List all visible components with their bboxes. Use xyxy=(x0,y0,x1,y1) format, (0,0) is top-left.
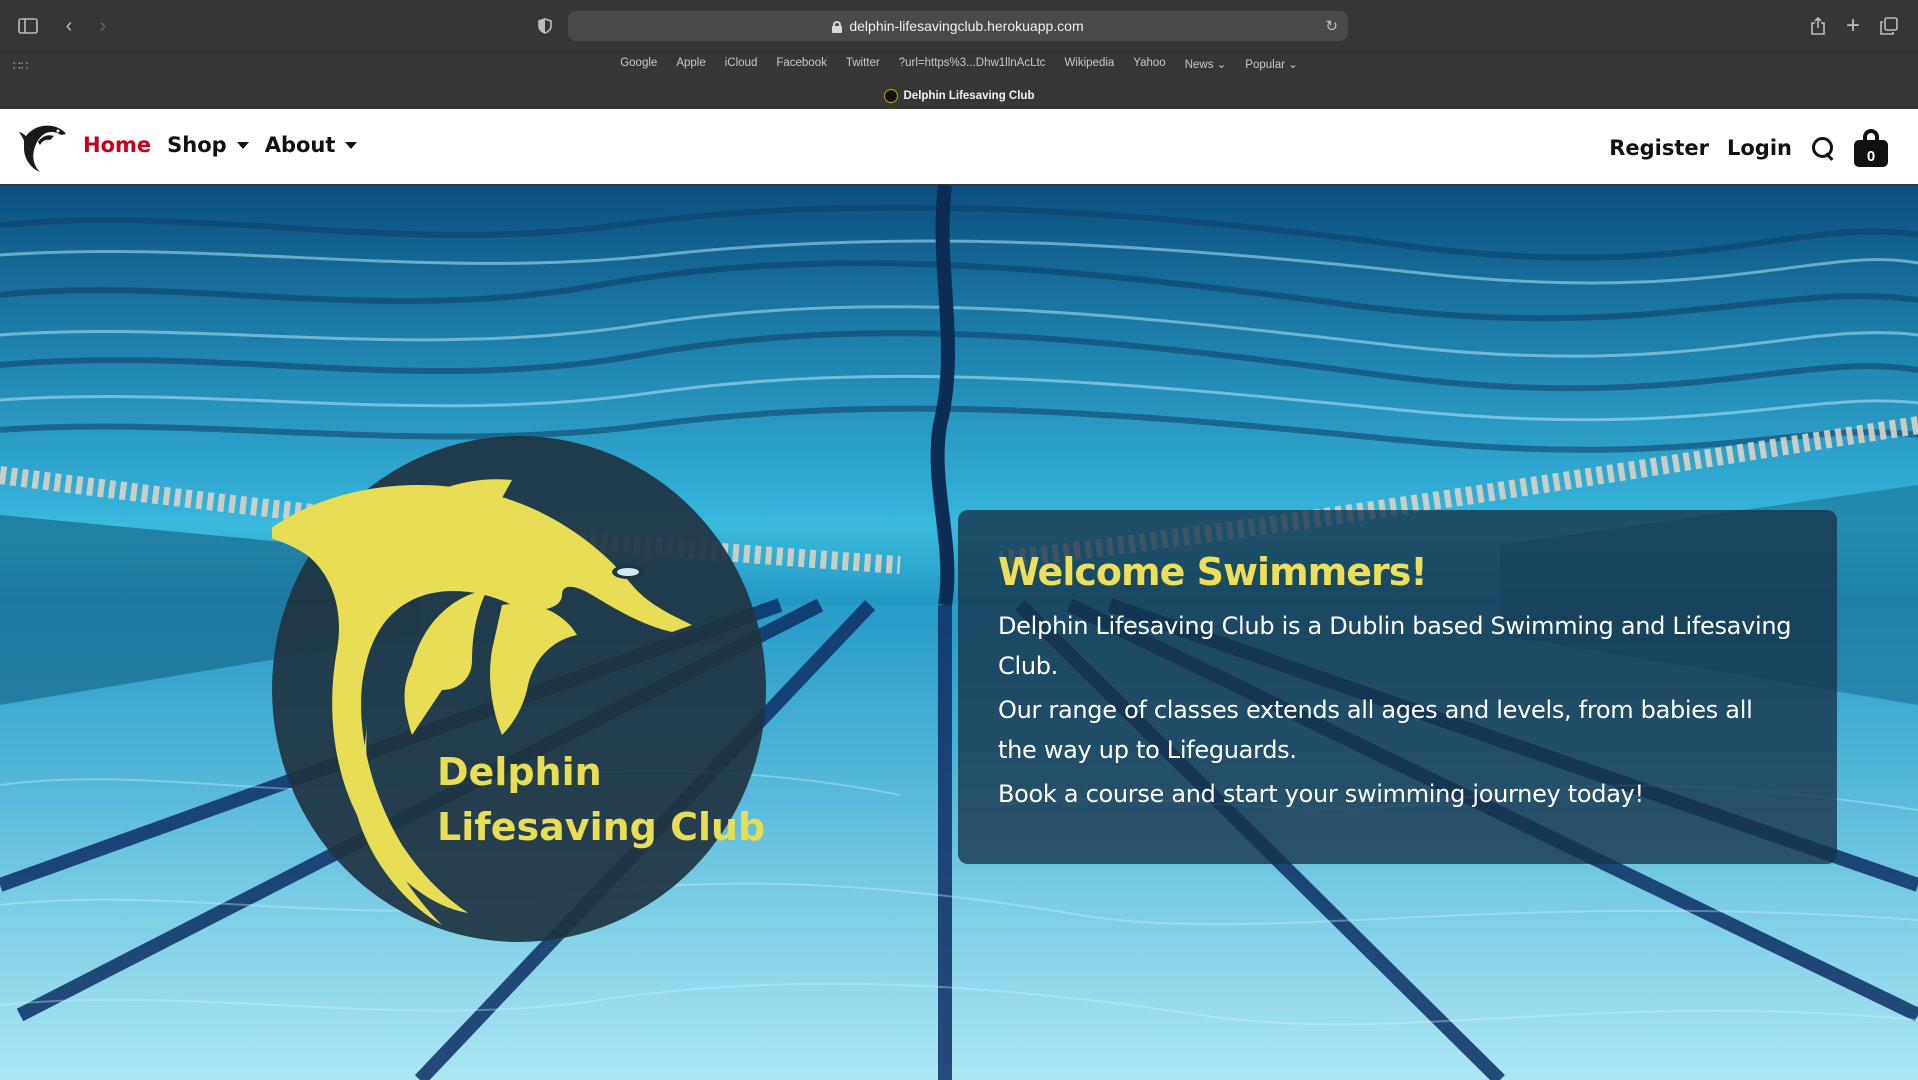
sidebar-toggle-icon[interactable] xyxy=(15,13,41,39)
chevron-down-icon xyxy=(236,141,249,149)
welcome-line: Book a course and start your swimming jo… xyxy=(998,780,1644,808)
favorites-bar: ∷∷ Google Apple iCloud Facebook Twitter ?url=… xyxy=(0,52,1918,79)
forward-icon[interactable]: › xyxy=(90,13,116,39)
nav-about[interactable]: About xyxy=(265,133,358,157)
nav-home[interactable]: Home xyxy=(83,133,151,157)
site-header: Home Shop About Register Login 0 xyxy=(0,109,1918,185)
share-icon[interactable] xyxy=(1805,13,1831,39)
nav-shop[interactable]: Shop xyxy=(167,133,249,157)
favorite-link[interactable]: ?url=https%3...Dhw1llnAcLtc xyxy=(899,57,1046,71)
shield-icon[interactable] xyxy=(532,13,558,39)
dolphin-logo-icon[interactable] xyxy=(18,118,68,174)
login-link[interactable]: Login xyxy=(1727,136,1792,160)
hero-section: Delphin Lifesaving Club Welcome Swimmers… xyxy=(0,185,1918,1080)
register-link[interactable]: Register xyxy=(1609,136,1709,160)
tab-title[interactable]: Delphin Lifesaving Club xyxy=(904,90,1035,102)
favorite-link[interactable]: Yahoo xyxy=(1133,57,1165,71)
favorite-link[interactable]: News ⌄ xyxy=(1185,57,1227,71)
favorite-link[interactable]: Google xyxy=(620,57,657,71)
back-icon[interactable]: ‹ xyxy=(56,13,82,39)
logo-title-line1: Delphin xyxy=(437,750,602,794)
welcome-title: Welcome Swimmers! xyxy=(998,550,1428,594)
account-nav: Register Login 0 xyxy=(1609,129,1888,167)
favorites-list: Google Apple iCloud Facebook Twitter ?url=htt… xyxy=(0,57,1918,71)
reload-icon[interactable]: ↻ xyxy=(1325,17,1338,35)
nav-shop-label: Shop xyxy=(167,133,227,157)
favorite-link[interactable]: iCloud xyxy=(725,57,758,71)
favorite-link[interactable]: Popular ⌄ xyxy=(1245,57,1297,71)
favorite-link[interactable]: Apple xyxy=(676,57,705,71)
tab-favicon-icon xyxy=(883,88,898,103)
browser-toolbar: ‹ › delphin-lifesavingclub.herokuapp.com… xyxy=(0,0,1918,52)
club-logo: Delphin Lifesaving Club xyxy=(272,436,766,942)
main-nav: Home Shop About xyxy=(83,133,358,157)
welcome-panel: Welcome Swimmers! Delphin Lifesaving Clu… xyxy=(958,510,1837,864)
cart-count: 0 xyxy=(1866,148,1876,165)
favorite-link[interactable]: Facebook xyxy=(776,57,827,71)
welcome-line: Our range of classes extends all ages an… xyxy=(998,696,1753,764)
welcome-line: Delphin Lifesaving Club is a Dublin base… xyxy=(998,612,1792,680)
browser-chrome: ‹ › delphin-lifesavingclub.herokuapp.com… xyxy=(0,0,1918,109)
shopping-bag-icon[interactable]: 0 xyxy=(1854,129,1888,167)
chevron-down-icon xyxy=(345,141,358,149)
url-text: delphin-lifesavingclub.herokuapp.com xyxy=(849,18,1084,34)
tab-overview-icon[interactable] xyxy=(1876,13,1902,39)
favorite-link[interactable]: Twitter xyxy=(846,57,880,71)
logo-title-line2: Lifesaving Club xyxy=(437,805,765,849)
search-icon[interactable] xyxy=(1810,135,1836,161)
tab-bar: Delphin Lifesaving Club xyxy=(0,82,1918,109)
address-bar[interactable]: delphin-lifesavingclub.herokuapp.com ↻ xyxy=(568,11,1348,41)
new-tab-icon[interactable]: + xyxy=(1840,13,1866,39)
nav-about-label: About xyxy=(264,133,336,157)
favorite-link[interactable]: Wikipedia xyxy=(1064,57,1114,71)
lock-icon xyxy=(832,20,843,33)
